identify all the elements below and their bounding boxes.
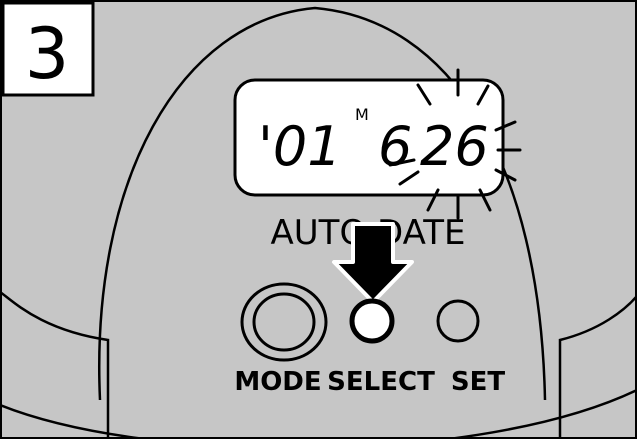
lcd-day: 26 (420, 115, 489, 178)
mode-label: MODE (234, 367, 321, 397)
lcd-month-marker: M (355, 105, 369, 124)
lcd-month: 6 (378, 115, 412, 178)
select-button[interactable] (349, 298, 395, 344)
set-label: SET (451, 367, 505, 397)
lcd-display: '01 M 6 26 (233, 78, 505, 197)
select-label: SELECT (327, 367, 435, 397)
set-button[interactable] (436, 299, 480, 343)
mode-button[interactable] (240, 282, 328, 362)
step-badge: 3 (1, 1, 95, 97)
step-number: 3 (25, 13, 70, 95)
camera-back-illustration: 3 '01 M 6 26 AUTO DATE MODE SELECT SET (0, 0, 637, 439)
lcd-year: '01 (258, 115, 342, 178)
